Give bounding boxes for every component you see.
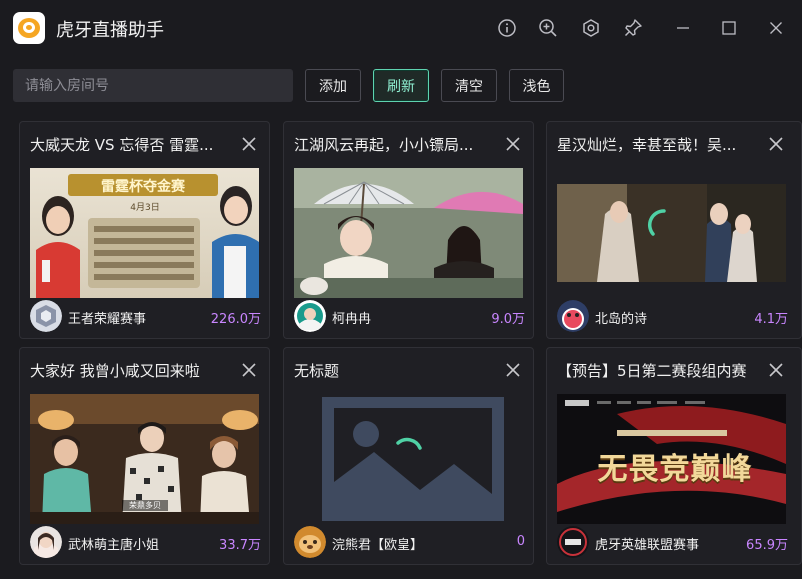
stream-thumbnail[interactable] <box>557 184 786 282</box>
avatar <box>294 526 326 558</box>
thumbnail-caption: 荣鼎多贝 <box>122 500 168 511</box>
title-bar: 虎牙直播助手 <box>0 0 802 58</box>
stream-card[interactable]: 【预告】5日第二赛段组内赛 无畏竞巅峰 虎牙英雄联盟赛事 65.9万 <box>546 347 802 565</box>
stream-card[interactable]: 大家好 我曾小咸又回来啦 荣鼎多贝 武林萌主唐小姐 33.7万 <box>19 347 270 565</box>
stream-thumbnail-placeholder[interactable] <box>294 394 523 524</box>
card-footer: 北岛的诗 4.1万 <box>557 298 788 332</box>
stream-card[interactable]: 江湖风云再起，小小镖局... 柯冉冉 9.0万 <box>283 121 534 339</box>
close-card-icon[interactable] <box>241 136 257 152</box>
stream-title: 无标题 <box>294 362 340 380</box>
loading-spinner-icon <box>396 437 422 450</box>
close-card-icon[interactable] <box>505 136 521 152</box>
stream-thumbnail[interactable]: 无畏竞巅峰 <box>557 394 786 524</box>
viewer-count: 9.0万 <box>491 312 525 327</box>
avatar <box>30 526 62 558</box>
stream-title: 江湖风云再起，小小镖局... <box>294 136 474 154</box>
card-footer: 柯冉冉 9.0万 <box>294 298 525 332</box>
theme-button[interactable]: 浅色 <box>509 69 564 102</box>
room-number-input[interactable] <box>13 69 293 102</box>
close-card-icon[interactable] <box>241 362 257 378</box>
streamer-name: 王者荣耀赛事 <box>68 312 147 327</box>
stream-card[interactable]: 星汉灿烂，幸甚至哉！吴... 北岛的诗 4.1万 <box>546 121 802 339</box>
toolbar: 添加 刷新 清空 浅色 <box>0 58 802 114</box>
stream-thumbnail[interactable]: 荣鼎多贝 <box>30 394 259 524</box>
streamer-name: 北岛的诗 <box>595 312 648 327</box>
refresh-button[interactable]: 刷新 <box>373 69 429 102</box>
avatar <box>30 300 62 332</box>
stream-title: 大家好 我曾小咸又回来啦 <box>30 362 200 380</box>
streamer-name: 浣熊君【欧皇】 <box>332 538 424 553</box>
stream-title: 大威天龙 VS 忘得否 雷霆... <box>30 136 214 154</box>
close-card-icon[interactable] <box>768 362 784 378</box>
streamer-name: 柯冉冉 <box>332 312 372 327</box>
zoom-in-icon[interactable] <box>537 17 559 39</box>
card-footer: 浣熊君【欧皇】 0 <box>294 524 525 558</box>
avatar <box>557 526 589 558</box>
viewer-count: 226.0万 <box>210 312 261 327</box>
settings-icon[interactable] <box>580 17 602 39</box>
streamer-name: 武林萌主唐小姐 <box>68 538 160 553</box>
stream-title: 【预告】5日第二赛段组内赛 <box>557 362 747 380</box>
viewer-count: 0 <box>516 534 525 549</box>
add-button[interactable]: 添加 <box>305 69 361 102</box>
minimize-icon[interactable] <box>672 17 694 39</box>
card-footer: 王者荣耀赛事 226.0万 <box>30 298 261 332</box>
close-card-icon[interactable] <box>768 136 784 152</box>
viewer-count: 33.7万 <box>219 538 261 553</box>
avatar <box>557 300 589 332</box>
stream-title: 星汉灿烂，幸甚至哉！吴... <box>557 136 737 154</box>
close-icon[interactable] <box>765 17 787 39</box>
card-footer: 武林萌主唐小姐 33.7万 <box>30 524 261 558</box>
thumbnail-banner-text: 雷霆杯夺金赛 <box>101 179 185 195</box>
stream-card[interactable]: 无标题 浣熊君【欧皇】 0 <box>283 347 534 565</box>
viewer-count: 4.1万 <box>754 312 788 327</box>
close-card-icon[interactable] <box>505 362 521 378</box>
loading-spinner-icon <box>648 209 666 236</box>
huya-logo-icon <box>13 12 45 44</box>
card-footer: 虎牙英雄联盟赛事 65.9万 <box>557 524 788 558</box>
streamer-name: 虎牙英雄联盟赛事 <box>595 538 700 553</box>
clear-button[interactable]: 清空 <box>441 69 497 102</box>
thumbnail-date-text: 4月3日 <box>130 203 160 213</box>
stream-thumbnail[interactable]: 雷霆杯夺金赛 4月3日 <box>30 168 259 298</box>
pin-icon[interactable] <box>622 17 644 39</box>
stream-card[interactable]: 大威天龙 VS 忘得否 雷霆... 雷霆杯夺金赛 4月3日 王者荣耀赛事 226… <box>19 121 270 339</box>
viewer-count: 65.9万 <box>746 538 788 553</box>
avatar <box>294 300 326 332</box>
stream-thumbnail[interactable] <box>294 168 523 298</box>
thumbnail-headline: 无畏竞巅峰 <box>597 452 753 487</box>
maximize-icon[interactable] <box>718 17 740 39</box>
info-icon[interactable] <box>496 17 518 39</box>
app-title: 虎牙直播助手 <box>56 20 164 41</box>
